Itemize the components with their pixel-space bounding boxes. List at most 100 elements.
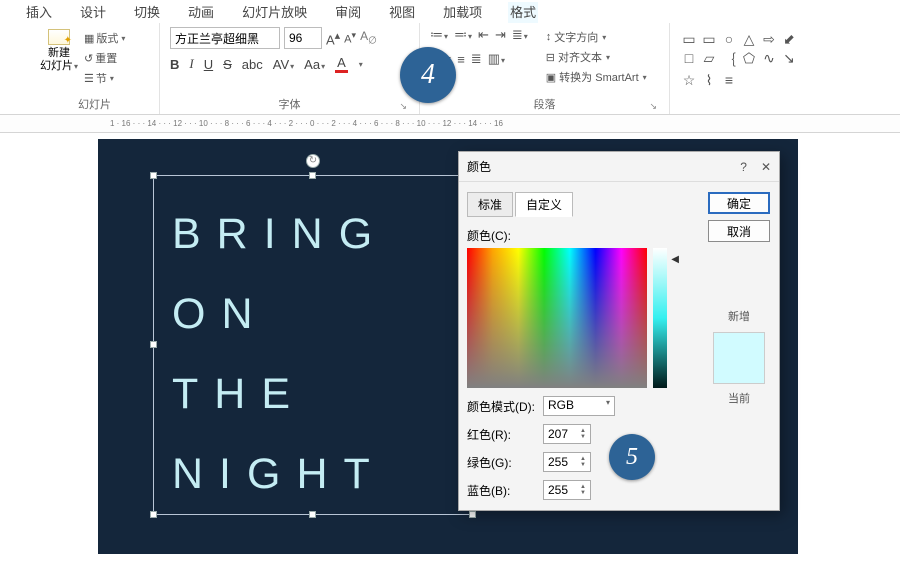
text-direction-icon: ↕ (546, 31, 552, 43)
mode-select[interactable]: RGB ▾ (543, 396, 615, 416)
shape-item[interactable]: ○ (720, 31, 738, 48)
selected-textbox[interactable]: ↻ BRING ON THE NIGHT (153, 175, 473, 515)
shadow-button[interactable]: abc (242, 57, 263, 72)
shrink-font-button[interactable]: A▾ (344, 30, 356, 46)
shape-item[interactable]: ▭ (700, 31, 718, 48)
italic-button[interactable]: I (189, 56, 193, 72)
tab-custom[interactable]: 自定义 (515, 192, 573, 217)
group-label-paragraph: 段落↘ (430, 94, 659, 114)
align-text-button[interactable]: ⊟对齐文本▾ (546, 49, 647, 65)
new-slide-icon (48, 29, 70, 45)
font-dialog-launcher[interactable]: ↘ (399, 101, 407, 112)
new-color-swatch (713, 332, 765, 384)
font-color-button[interactable]: A (335, 55, 348, 73)
r-label: 红色(R): (467, 426, 537, 443)
shape-item[interactable]: ⇨ (760, 31, 778, 48)
callout-4: 4 (400, 47, 456, 103)
group-label-slides: 幻灯片 (40, 94, 149, 114)
resize-handle[interactable] (309, 172, 316, 179)
ribbon: 新建 幻灯片▾ ▦版式▾ ↺重置 ☰节▾ 幻灯片 A▴ A▾ A∅ B I U (0, 23, 900, 115)
layout-icon: ▦ (84, 32, 94, 45)
ribbon-group-shapes: ▭▭○△⇨⬋□▱｛⬠∿↘☆⌇≡ (670, 23, 810, 114)
bold-button[interactable]: B (170, 57, 179, 72)
layout-button[interactable]: ▦版式▾ (84, 30, 125, 46)
shape-item[interactable]: ∿ (760, 50, 778, 70)
tab-addins[interactable]: 加载项 (441, 2, 484, 23)
rotate-handle[interactable]: ↻ (306, 154, 320, 168)
columns-button[interactable]: ▥▾ (488, 51, 505, 67)
indent-dec-button[interactable]: ⇤ (478, 27, 489, 43)
shape-item[interactable]: △ (740, 31, 758, 48)
current-color-label: 当前 (728, 390, 750, 406)
color-label: 颜色(C): (467, 227, 691, 244)
text-direction-button[interactable]: ↕文字方向▾ (546, 29, 647, 45)
spacing-button[interactable]: AV▾ (273, 57, 294, 72)
shape-item[interactable]: ⌇ (700, 72, 718, 89)
align-text-icon: ⊟ (546, 51, 555, 64)
tab-design[interactable]: 设计 (78, 2, 108, 23)
shape-item[interactable]: ☆ (680, 72, 698, 89)
slide[interactable]: ↻ BRING ON THE NIGHT 颜色 ? ✕ (98, 139, 798, 554)
align-right-button[interactable]: ≡ (457, 52, 465, 67)
smartart-icon: ▣ (546, 71, 556, 84)
dialog-close-button[interactable]: ✕ (761, 160, 771, 174)
tab-format[interactable]: 格式 (508, 2, 538, 23)
section-button[interactable]: ☰节▾ (84, 70, 125, 86)
shape-item[interactable]: ｛ (720, 50, 738, 70)
tab-animation[interactable]: 动画 (186, 2, 216, 23)
ribbon-group-font: A▴ A▾ A∅ B I U S abc AV▾ Aa▾ A▾ 字体↘ (160, 23, 420, 114)
resize-handle[interactable] (150, 511, 157, 518)
shape-item[interactable]: ▭ (680, 31, 698, 48)
line-spacing-button[interactable]: ≣▾ (512, 27, 528, 43)
shapes-gallery[interactable]: ▭▭○△⇨⬋□▱｛⬠∿↘☆⌇≡ (680, 27, 800, 89)
cancel-button[interactable]: 取消 (708, 220, 770, 242)
b-input[interactable]: 255▲▼ (543, 480, 591, 500)
tab-view[interactable]: 视图 (387, 2, 417, 23)
ok-button[interactable]: 确定 (708, 192, 770, 214)
reset-icon: ↺ (84, 52, 93, 65)
new-slide-button[interactable]: 新建 幻灯片▾ (40, 27, 78, 73)
clear-format-button[interactable]: A∅ (360, 29, 377, 46)
menu-tabs: 插入 设计 切换 动画 幻灯片放映 审阅 视图 加载项 格式 (0, 0, 900, 23)
underline-button[interactable]: U (204, 57, 213, 72)
shape-item[interactable]: □ (680, 50, 698, 70)
g-input[interactable]: 255▲▼ (543, 452, 591, 472)
para-dialog-launcher[interactable]: ↘ (649, 101, 657, 112)
resize-handle[interactable] (150, 172, 157, 179)
tab-transition[interactable]: 切换 (132, 2, 162, 23)
resize-handle[interactable] (469, 511, 476, 518)
ruler: 1 · 16 · · · 14 · · · 12 · · · 10 · · · … (0, 115, 900, 133)
strike-button[interactable]: S (223, 57, 232, 72)
align-justify-button[interactable]: ≣ (471, 51, 482, 67)
font-size-select[interactable] (284, 27, 322, 49)
smartart-button[interactable]: ▣转换为 SmartArt▾ (546, 69, 647, 85)
r-input[interactable]: 207▲▼ (543, 424, 591, 444)
new-color-label: 新增 (728, 308, 750, 324)
tab-review[interactable]: 审阅 (333, 2, 363, 23)
resize-handle[interactable] (150, 341, 157, 348)
section-icon: ☰ (84, 72, 94, 85)
canvas: ↻ BRING ON THE NIGHT 颜色 ? ✕ (0, 133, 900, 554)
g-label: 绿色(G): (467, 454, 537, 471)
tab-insert[interactable]: 插入 (24, 2, 54, 23)
luminance-slider[interactable] (653, 248, 667, 388)
tab-standard[interactable]: 标准 (467, 192, 513, 217)
shape-item[interactable]: ⬋ (780, 31, 798, 48)
tab-slideshow[interactable]: 幻灯片放映 (240, 2, 309, 23)
bullets-button[interactable]: ≔▾ (430, 27, 448, 43)
shape-item[interactable]: ↘ (780, 50, 798, 70)
color-spectrum[interactable] (467, 248, 647, 388)
indent-inc-button[interactable]: ⇥ (495, 27, 506, 43)
callout-5: 5 (609, 434, 655, 480)
reset-button[interactable]: ↺重置 (84, 50, 125, 66)
dialog-help-button[interactable]: ? (740, 160, 747, 174)
font-name-select[interactable] (170, 27, 280, 49)
shape-item[interactable]: ⬠ (740, 50, 758, 70)
shape-item[interactable]: ▱ (700, 50, 718, 70)
grow-font-button[interactable]: A▴ (326, 29, 340, 47)
case-button[interactable]: Aa▾ (304, 57, 325, 72)
numbering-button[interactable]: ≕▾ (454, 27, 472, 43)
resize-handle[interactable] (309, 511, 316, 518)
ribbon-group-slides: 新建 幻灯片▾ ▦版式▾ ↺重置 ☰节▾ 幻灯片 (30, 23, 160, 114)
shape-item[interactable]: ≡ (720, 72, 738, 89)
